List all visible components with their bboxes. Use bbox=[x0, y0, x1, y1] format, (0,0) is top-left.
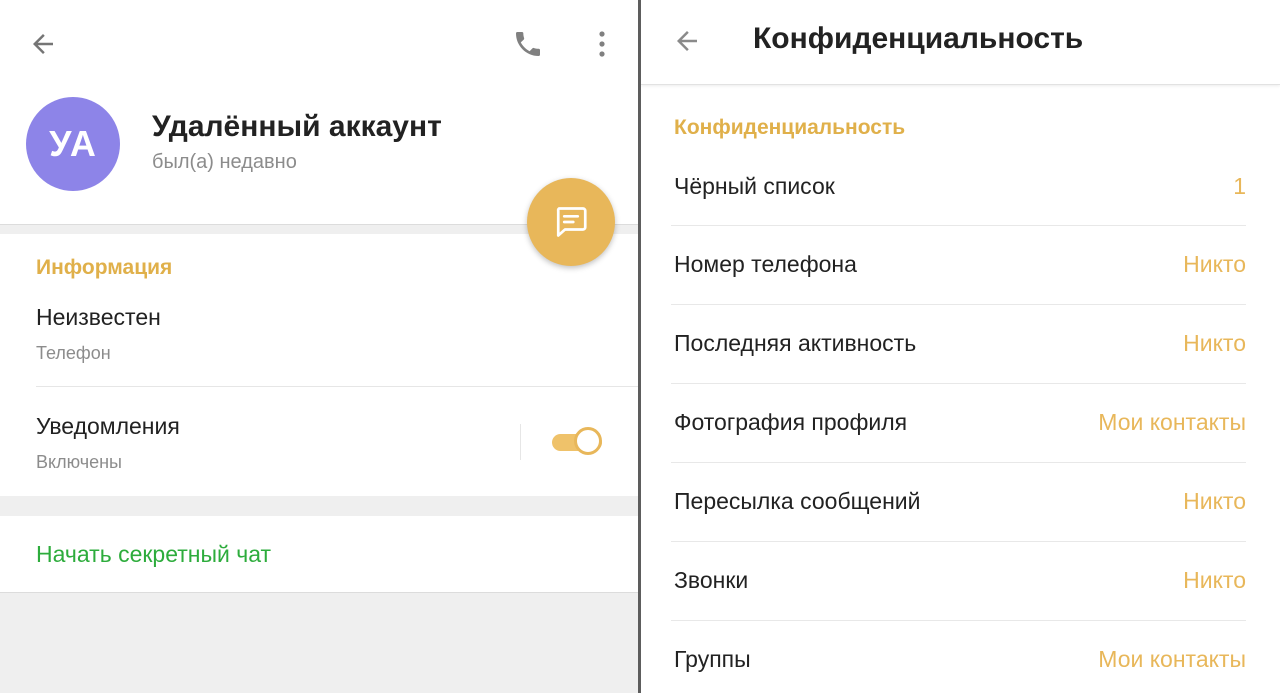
info-section: Информация Неизвестен Телефон Уведомлени… bbox=[0, 234, 638, 496]
privacy-settings-pane: Конфиденциальность Конфиденциальность Чё… bbox=[641, 0, 1280, 693]
secret-chat-section: Начать секретный чат bbox=[0, 516, 638, 593]
notifications-title[interactable]: Уведомления bbox=[36, 413, 180, 440]
privacy-row-phone-number[interactable]: Номер телефона Никто bbox=[671, 226, 1246, 305]
privacy-top-bar: Конфиденциальность bbox=[641, 0, 1280, 85]
more-vertical-icon bbox=[599, 31, 605, 57]
page-title: Конфиденциальность bbox=[753, 22, 1084, 55]
avatar[interactable]: УА bbox=[26, 97, 120, 191]
setting-label: Чёрный список bbox=[674, 173, 835, 199]
privacy-section-title: Конфиденциальность bbox=[674, 116, 906, 139]
setting-label: Фотография профиля bbox=[674, 409, 908, 435]
privacy-row-blacklist[interactable]: Чёрный список 1 bbox=[671, 148, 1246, 226]
phone-icon bbox=[516, 32, 540, 56]
notifications-toggle[interactable] bbox=[552, 425, 608, 459]
notifications-state: Включены bbox=[36, 452, 122, 472]
vertical-divider bbox=[520, 424, 521, 460]
start-secret-chat-button[interactable]: Начать секретный чат bbox=[36, 541, 271, 568]
message-icon bbox=[556, 207, 587, 237]
setting-value: 1 bbox=[1233, 173, 1246, 199]
setting-value: Никто bbox=[1183, 567, 1246, 593]
setting-value: Мои контакты bbox=[1098, 409, 1246, 435]
more-options-button[interactable] bbox=[588, 24, 616, 64]
send-message-button[interactable] bbox=[527, 178, 615, 266]
setting-label: Группы bbox=[674, 646, 751, 672]
last-seen-status: был(а) недавно bbox=[152, 151, 297, 173]
setting-label: Последняя активность bbox=[674, 330, 917, 356]
setting-label: Звонки bbox=[674, 567, 749, 593]
privacy-row-last-seen[interactable]: Последняя активность Никто bbox=[671, 305, 1246, 384]
back-arrow-icon bbox=[677, 31, 697, 51]
privacy-settings-list: Чёрный список 1 Номер телефона Никто Пос… bbox=[641, 148, 1280, 693]
setting-value: Мои контакты bbox=[1098, 646, 1246, 672]
setting-value: Никто bbox=[1183, 488, 1246, 514]
toggle-knob bbox=[574, 427, 602, 455]
privacy-row-profile-photo[interactable]: Фотография профиля Мои контакты bbox=[671, 384, 1246, 463]
setting-label: Номер телефона bbox=[674, 251, 857, 277]
call-button[interactable] bbox=[507, 24, 549, 64]
phone-value[interactable]: Неизвестен bbox=[36, 304, 161, 331]
phone-label: Телефон bbox=[36, 343, 111, 363]
contact-name: Удалённый аккаунт bbox=[152, 110, 442, 143]
privacy-row-calls[interactable]: Звонки Никто bbox=[671, 542, 1246, 621]
setting-label: Пересылка сообщений bbox=[674, 488, 921, 514]
back-button[interactable] bbox=[667, 22, 707, 60]
setting-value: Никто bbox=[1183, 251, 1246, 277]
setting-value: Никто bbox=[1183, 330, 1246, 356]
info-section-title: Информация bbox=[36, 256, 173, 279]
privacy-row-forwarded-messages[interactable]: Пересылка сообщений Никто bbox=[671, 463, 1246, 542]
back-arrow-icon bbox=[33, 34, 53, 54]
back-button[interactable] bbox=[24, 26, 62, 62]
contact-profile-pane: УА Удалённый аккаунт был(а) недавно Инфо… bbox=[0, 0, 638, 693]
divider bbox=[36, 386, 638, 387]
privacy-row-groups[interactable]: Группы Мои контакты bbox=[671, 621, 1246, 693]
